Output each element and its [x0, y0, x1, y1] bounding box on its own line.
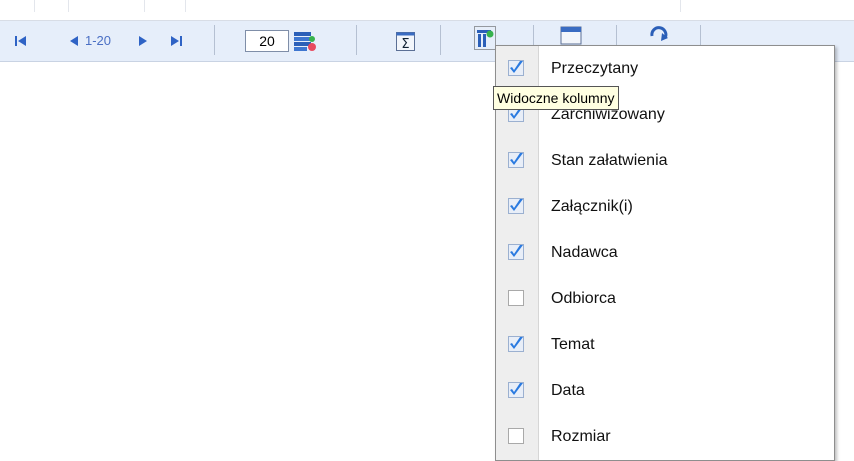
column-toggle-item[interactable]: Załącznik(i) [496, 184, 834, 230]
column-toggle-item[interactable]: Data [496, 368, 834, 414]
column-toggle-item[interactable]: Temat [496, 322, 834, 368]
top-strip [0, 0, 854, 21]
column-divider [34, 0, 35, 12]
svg-text:Σ: Σ [401, 37, 409, 52]
column-divider [680, 0, 681, 12]
column-toggle-label: Nadawca [551, 244, 618, 261]
column-toggle-label: Załącznik(i) [551, 198, 633, 215]
checkbox-unchecked-icon[interactable] [508, 428, 525, 445]
rows-per-page-icon[interactable] [293, 30, 317, 52]
toolbar-separator [214, 25, 215, 55]
visible-columns-icon[interactable] [474, 26, 496, 50]
page-range: 1-20 [85, 33, 112, 48]
toolbar-separator [440, 25, 441, 55]
page-size-input[interactable] [245, 30, 289, 52]
column-toggle-label: Stan załatwienia [551, 152, 668, 169]
column-toggle-item[interactable]: Odbiorca [496, 276, 834, 322]
column-toggle-item[interactable]: Nadawca [496, 230, 834, 276]
column-divider [68, 0, 69, 12]
checkbox-checked-icon[interactable] [508, 198, 525, 215]
checkbox-unchecked-icon[interactable] [508, 290, 525, 307]
checkbox-checked-icon[interactable] [508, 336, 525, 353]
last-page-icon[interactable] [169, 34, 183, 48]
column-toggle-label: Przeczytany [551, 60, 639, 77]
tooltip: Widoczne kolumny [493, 86, 619, 110]
toolbar-separator [356, 25, 357, 55]
refresh-icon[interactable] [648, 24, 670, 46]
column-divider [144, 0, 145, 12]
sigma-icon[interactable]: Σ [396, 32, 416, 52]
checkbox-checked-icon[interactable] [508, 244, 525, 261]
column-divider [185, 0, 186, 12]
column-toggle-label: Odbiorca [551, 290, 616, 307]
checkbox-checked-icon[interactable] [508, 60, 525, 77]
prev-page-icon[interactable] [67, 34, 81, 48]
first-page-icon[interactable] [14, 34, 28, 48]
column-toggle-label: Temat [551, 336, 595, 353]
checkbox-checked-icon[interactable] [508, 382, 525, 399]
column-toggle-item[interactable]: Rozmiar [496, 414, 834, 460]
calendar-icon[interactable] [560, 26, 582, 46]
column-toggle-item[interactable]: Stan załatwienia [496, 138, 834, 184]
column-toggle-label: Data [551, 382, 585, 399]
checkbox-checked-icon[interactable] [508, 152, 525, 169]
next-page-icon[interactable] [136, 34, 150, 48]
column-toggle-label: Rozmiar [551, 428, 611, 445]
